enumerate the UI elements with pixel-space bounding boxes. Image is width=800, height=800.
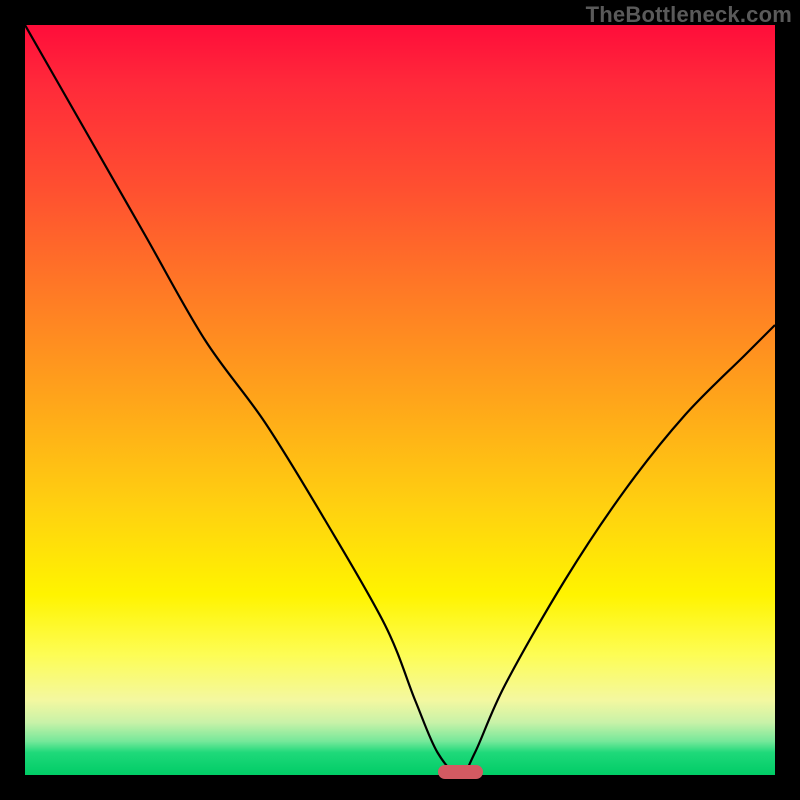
bottleneck-curve-path bbox=[25, 25, 775, 775]
optimal-range-marker bbox=[438, 765, 483, 779]
chart-frame: TheBottleneck.com bbox=[0, 0, 800, 800]
curve-svg bbox=[25, 25, 775, 775]
plot-area bbox=[25, 25, 775, 775]
watermark-text: TheBottleneck.com bbox=[586, 2, 792, 28]
